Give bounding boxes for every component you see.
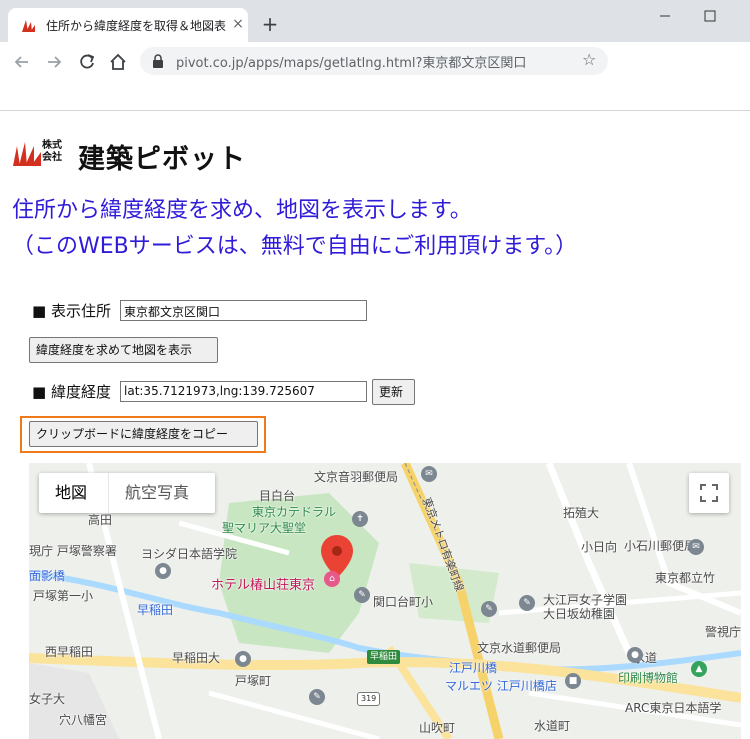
hotel-poi-icon[interactable]: ⌂ bbox=[324, 571, 340, 587]
url-text[interactable]: pivot.co.jp/apps/maps/getlatlng.html?東京都… bbox=[176, 52, 526, 71]
map-label: 山吹町 bbox=[419, 721, 456, 735]
latlng-input[interactable]: lat:35.7121973,lng:139.725607 bbox=[120, 381, 367, 402]
map-label: ARC東京日本語学 bbox=[625, 701, 722, 715]
map-label: 高田 bbox=[88, 513, 113, 527]
map-label: 印刷博物館 bbox=[618, 671, 679, 685]
marker-label: ホテル椿山荘東京 bbox=[211, 578, 316, 593]
map-label: マルエツ 江戸川橋店 bbox=[445, 679, 557, 693]
map-label: 戸塚町 bbox=[235, 674, 272, 688]
map-label: 文京音羽郵便局 bbox=[314, 470, 399, 484]
fullscreen-icon bbox=[700, 484, 718, 502]
forward-arrow-icon[interactable] bbox=[44, 52, 64, 72]
tab-close-icon[interactable]: × bbox=[230, 16, 246, 32]
tab-title: 住所から緯度経度を取得＆地図表 bbox=[46, 19, 226, 33]
map-label: 早稲田大 bbox=[172, 651, 221, 665]
map-label: 江戸川橋 bbox=[449, 661, 498, 675]
school-poi-icon[interactable]: ✎ bbox=[481, 601, 497, 617]
lock-icon[interactable] bbox=[152, 54, 164, 68]
address-input[interactable]: 東京都文京区関口 bbox=[120, 300, 367, 321]
map-label: 戸塚第一小 bbox=[33, 589, 94, 603]
map-label: 女子大 bbox=[29, 692, 66, 706]
map-label: 東京都立竹 bbox=[655, 571, 716, 585]
map-label: 大江戸女子学園 bbox=[543, 593, 628, 607]
place-poi-icon[interactable]: ● bbox=[155, 563, 171, 579]
map-label: 現庁 戸塚警察署 bbox=[29, 544, 117, 558]
map-label: 文京水道郵便局 bbox=[477, 641, 562, 655]
map-label: 小日向 bbox=[581, 540, 618, 554]
school-poi-icon[interactable]: ✎ bbox=[309, 689, 325, 705]
museum-poi-icon[interactable]: ▲ bbox=[691, 661, 707, 677]
logo-name: 建築ピボット bbox=[78, 144, 246, 175]
map-label: 面影橋 bbox=[29, 569, 66, 583]
map-label: ヨシダ日本語学院 bbox=[141, 547, 238, 561]
fullscreen-button[interactable] bbox=[689, 473, 729, 513]
logo-kaisha-line1: 株式 bbox=[42, 140, 62, 151]
school-poi-icon[interactable]: ✎ bbox=[519, 595, 535, 611]
map-label: 水道町 bbox=[534, 719, 571, 733]
map-type-control: 地図 航空写真 bbox=[39, 473, 215, 513]
chrome-divider bbox=[0, 110, 750, 111]
school-poi-icon[interactable]: ✎ bbox=[354, 587, 370, 603]
copy-latlng-button[interactable]: クリップボードに緯度経度をコピー bbox=[29, 421, 258, 447]
bookmarks-bar bbox=[0, 82, 750, 110]
map-label: 警視庁 bbox=[705, 625, 741, 639]
map-label: 早稲田 bbox=[137, 603, 174, 617]
map-label: 関口台町小 bbox=[373, 595, 434, 609]
place-poi-icon[interactable]: ● bbox=[235, 651, 251, 667]
update-button[interactable]: 更新 bbox=[372, 379, 415, 405]
logo-kaisha-line2: 会社 bbox=[42, 152, 62, 163]
latlng-label: ■ 緯度経度 bbox=[32, 383, 111, 401]
map-label: 聖マリア大聖堂 bbox=[222, 521, 307, 535]
post-office-poi-icon[interactable]: ✉ bbox=[688, 539, 704, 555]
new-tab-button[interactable]: + bbox=[260, 14, 280, 34]
map-label: 小石川郵便局 bbox=[624, 539, 697, 553]
station-badge[interactable]: 早稲田 bbox=[367, 650, 401, 664]
post-office-poi-icon[interactable]: ✉ bbox=[421, 466, 437, 482]
address-label: ■ 表示住所 bbox=[32, 302, 111, 320]
window-minimize-icon[interactable] bbox=[655, 8, 675, 24]
site-favicon-icon bbox=[22, 20, 35, 32]
headline-line2: （このWEBサービスは、無料で自由にご利用頂けます。） bbox=[12, 234, 578, 259]
headline-line1: 住所から緯度経度を求め、地図を表示します。 bbox=[12, 198, 472, 223]
reload-icon[interactable] bbox=[77, 52, 97, 72]
back-arrow-icon[interactable] bbox=[12, 52, 32, 72]
home-icon[interactable] bbox=[108, 52, 128, 72]
logo-kaisha: 株式 会社 bbox=[42, 140, 62, 164]
church-poi-icon[interactable]: ✝ bbox=[352, 511, 368, 527]
shop-poi-icon[interactable]: ■ bbox=[565, 673, 581, 689]
place-poi-icon[interactable]: ● bbox=[627, 647, 643, 663]
browser-tab[interactable]: 住所から緯度経度を取得＆地図表 × bbox=[8, 8, 248, 42]
map-type-map-button[interactable]: 地図 bbox=[39, 473, 103, 513]
map-label: 西早稲田 bbox=[45, 645, 94, 659]
map-type-satellite-button[interactable]: 航空写真 bbox=[109, 473, 205, 513]
map-label: 目白台 bbox=[259, 489, 296, 503]
window-maximize-icon[interactable] bbox=[700, 8, 720, 24]
company-logo-icon bbox=[13, 142, 41, 166]
route-shield: 319 bbox=[357, 692, 381, 706]
bookmark-star-icon[interactable]: ☆ bbox=[582, 52, 598, 68]
search-latlng-button[interactable]: 緯度経度を求めて地図を表示 bbox=[29, 337, 218, 363]
map-label: 穴八幡宮 bbox=[59, 713, 108, 727]
google-map[interactable]: 地図 航空写真 ホテル椿山荘東京 ⌂ 文京音羽郵便局 目白台 東京カテドラル 聖… bbox=[29, 463, 741, 739]
map-label: 東京カテドラル bbox=[252, 505, 337, 519]
map-label: 拓殖大 bbox=[563, 506, 600, 520]
